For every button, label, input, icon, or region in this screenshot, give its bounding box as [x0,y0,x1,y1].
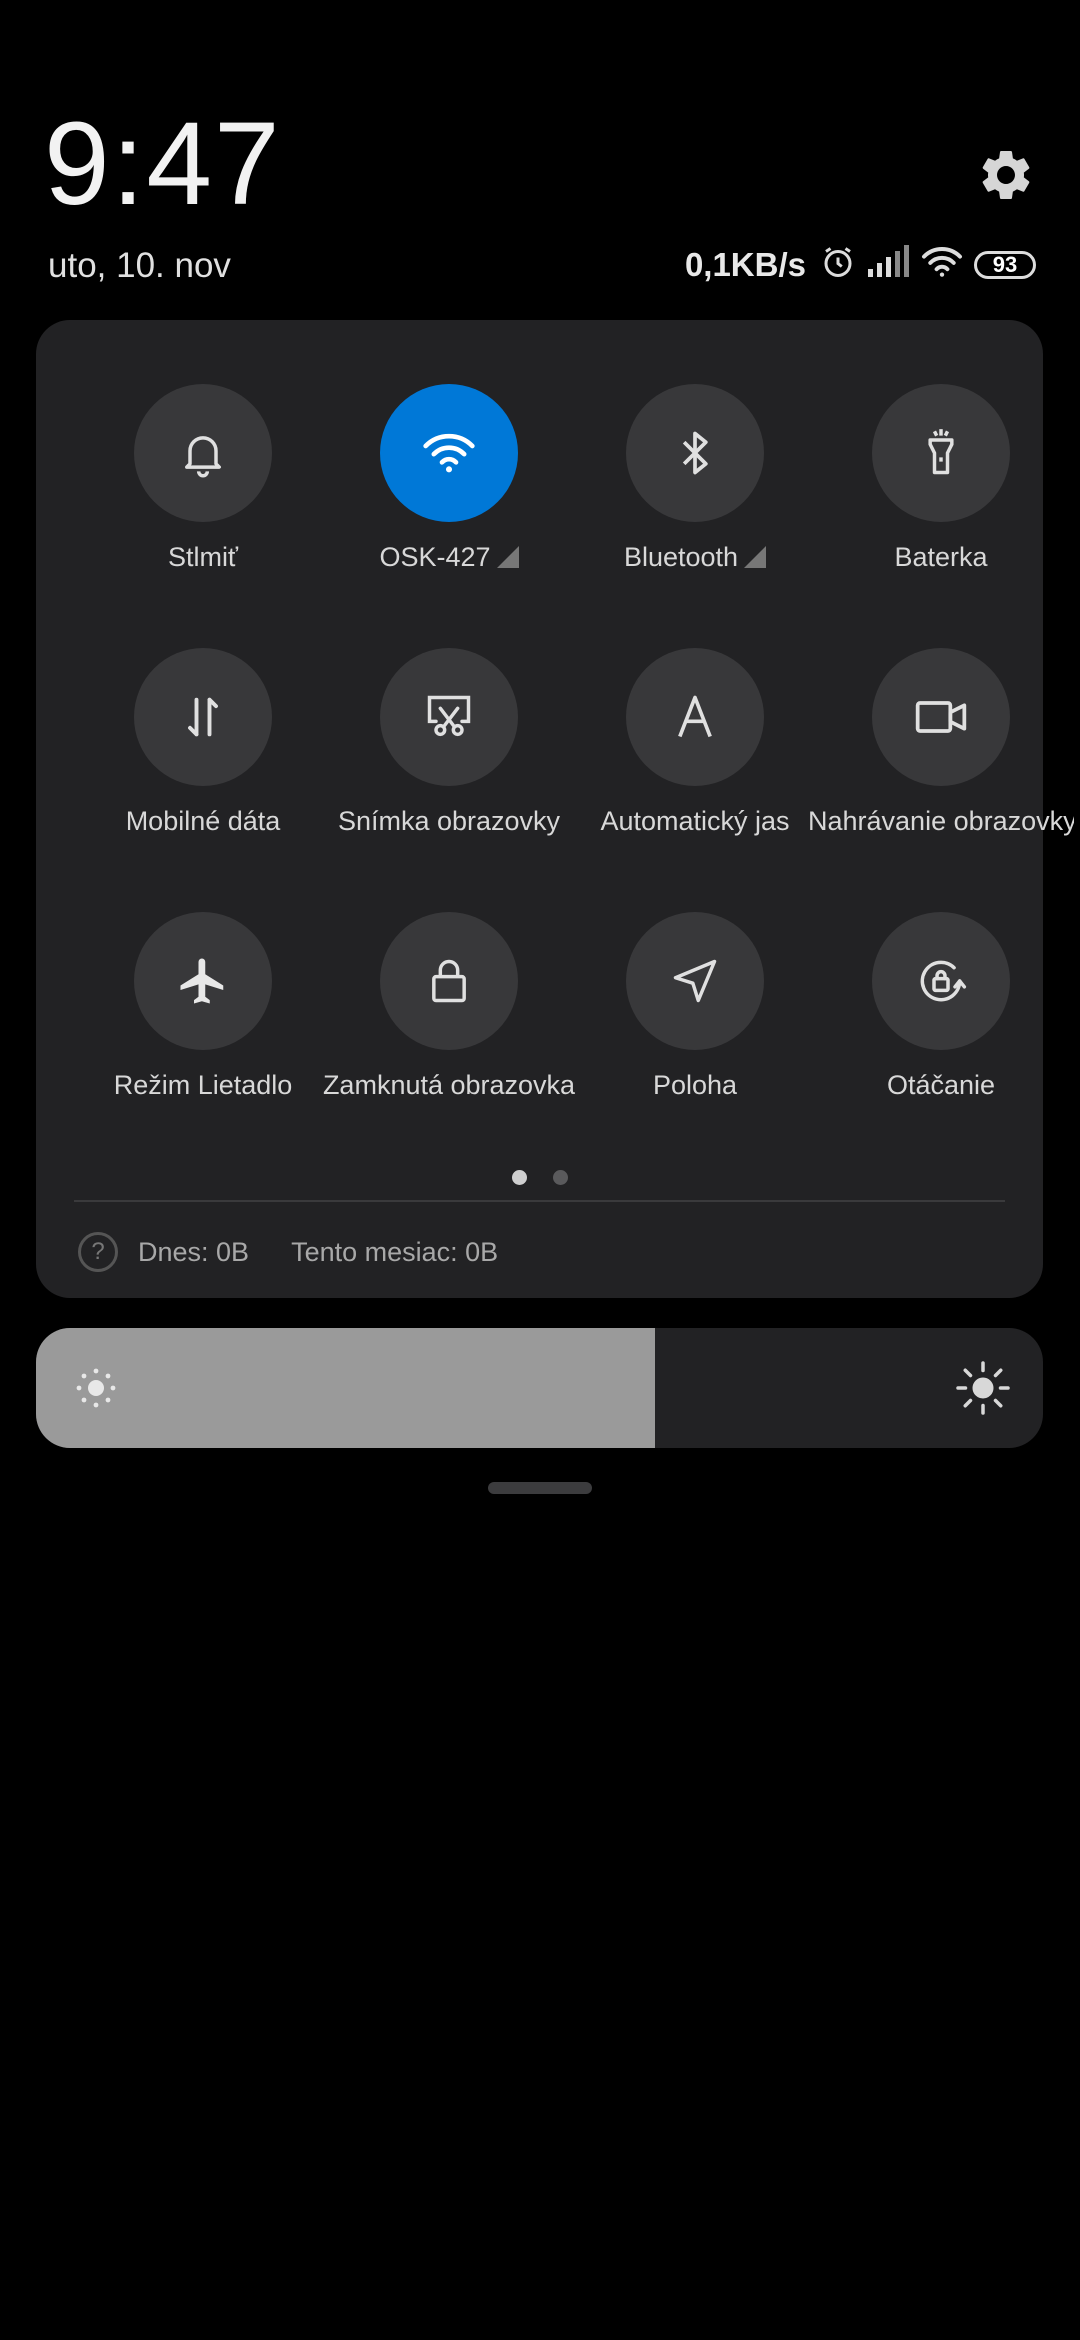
tile-location[interactable]: Poloha [572,912,818,1142]
tile-mobile-data[interactable]: Mobilné dáta [80,648,326,878]
tile-label: Mobilné dáta [125,806,281,836]
settings-gear-icon[interactable] [976,145,1036,205]
tile-label: Zamknutá obrazovka [322,1070,576,1100]
network-speed: 0,1KB/s [684,245,806,283]
wifi-status-icon [920,244,964,285]
data-usage[interactable]: ? Dnes: 0B Tento mesiac: 0B [78,1232,498,1272]
page-dot [552,1170,568,1185]
signal-triangle-icon [744,546,767,568]
tile-rotation[interactable]: Otáčanie [818,912,1064,1142]
brightness-fill [36,1328,656,1448]
panel-drag-handle[interactable] [488,1482,592,1494]
date: uto, 10. nov [48,246,231,285]
tile-airplane-mode[interactable]: Režim Lietadlo [80,912,326,1142]
tile-flashlight[interactable]: Baterka [818,384,1064,614]
tile-label: Stlmiť [167,542,239,572]
tile-auto-brightness[interactable]: Automatický jas [572,648,818,878]
tile-screen-lock[interactable]: Zamknutá obrazovka [323,912,575,1142]
tile-wifi[interactable]: OSK-427 [326,384,572,614]
tile-label: Nahrávanie obrazovky [808,806,1074,836]
tile-screenshot[interactable]: Snímka obrazovky [326,648,572,878]
auto-brightness-icon [626,648,764,786]
status-bar: 0,1KB/s 93 [685,244,1036,285]
video-camera-icon [872,648,1010,786]
usage-today: Dnes: 0B [138,1236,250,1267]
divider [74,1200,1005,1202]
tile-label: Poloha [652,1070,738,1100]
bell-icon [134,384,272,522]
tile-label: Režim Lietadlo [113,1070,293,1100]
tile-label: Snímka obrazovky [337,806,561,836]
wifi-icon [380,384,518,522]
help-icon: ? [78,1232,118,1272]
tile-label: Automatický jas [600,806,790,836]
tile-screen-recorder[interactable]: Nahrávanie obrazovky [808,648,1074,878]
usage-month: Tento mesiac: 0B [291,1236,499,1267]
tile-label: Baterka [894,542,988,572]
flashlight-icon [872,384,1010,522]
page-indicator [36,1170,1043,1185]
quick-settings-panel: Stlmiť OSK-427 Bluetooth Baterka Mobilné… [36,320,1074,1298]
tile-mute[interactable]: Stlmiť [80,384,326,614]
brightness-slider[interactable] [36,1328,1043,1448]
tile-bluetooth[interactable]: Bluetooth [572,384,818,614]
airplane-icon [134,912,272,1050]
signal-triangle-icon [496,546,519,568]
battery-indicator: 93 [974,250,1036,279]
screenshot-icon [380,648,518,786]
rotation-lock-icon [872,912,1010,1050]
tile-label: Bluetooth [562,542,828,573]
location-arrow-icon [626,912,764,1050]
bluetooth-icon [626,384,764,522]
lock-icon [380,912,518,1050]
tile-label: Otáčanie [886,1070,996,1100]
tile-label: OSK-427 [316,542,582,573]
brightness-high-icon [953,1358,1013,1423]
cell-signal-icon [866,245,910,284]
brightness-low-icon [72,1364,120,1417]
clock: 9:47 [44,98,282,230]
page-dot-active [511,1170,527,1185]
alarm-icon [820,244,856,285]
mobile-data-icon [134,648,272,786]
